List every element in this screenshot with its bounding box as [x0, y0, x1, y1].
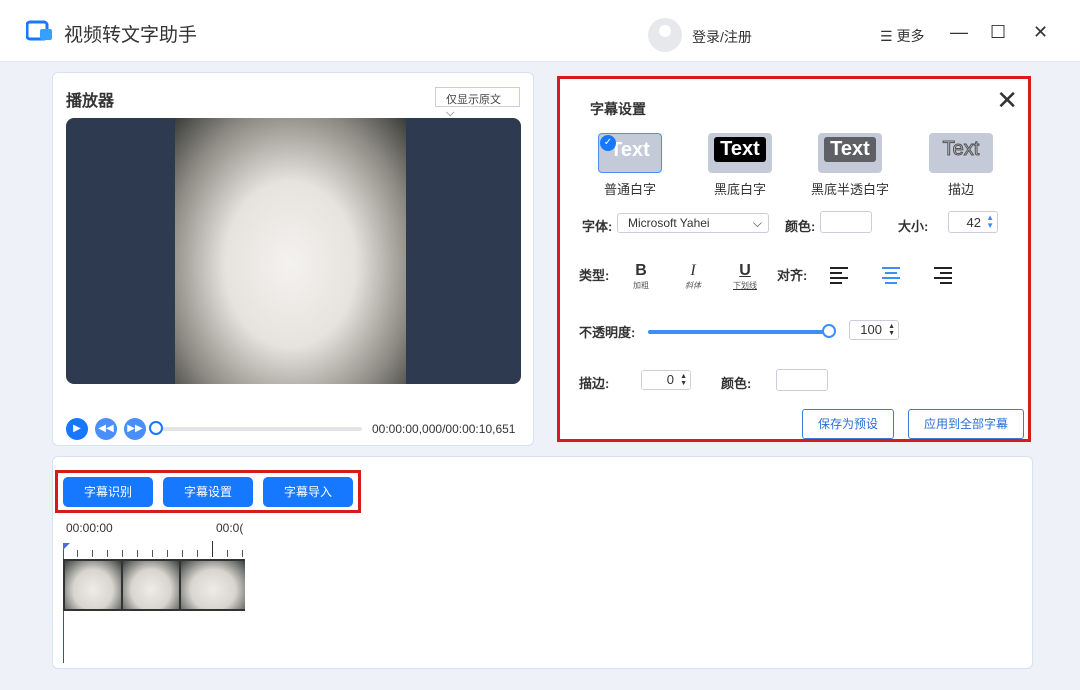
- apply-all-button[interactable]: 应用到全部字幕: [908, 409, 1024, 439]
- timeline-next-label: 00:0(: [216, 521, 243, 535]
- app-title: 视频转文字助手: [64, 25, 198, 46]
- stepper-arrows-icon: ▲ ▼: [986, 213, 994, 230]
- ruler-major-tick: [212, 541, 213, 557]
- stroke-stepper[interactable]: 0 ▲ ▼: [641, 370, 691, 390]
- video-track[interactable]: [63, 559, 245, 611]
- stroke-color-label: 颜色:: [721, 376, 752, 391]
- font-select[interactable]: Microsoft Yahei ⌵: [617, 213, 769, 233]
- opacity-label: 不透明度:: [579, 325, 636, 340]
- video-preview[interactable]: [66, 118, 521, 384]
- preset-translucent-bg[interactable]: Text: [818, 133, 882, 173]
- preset-stroke[interactable]: Text: [929, 133, 993, 173]
- stepper-arrows-icon: ▲ ▼: [888, 323, 895, 337]
- italic-button[interactable]: I 斜体: [678, 262, 708, 291]
- rewind-button[interactable]: ◀◀: [95, 418, 117, 440]
- italic-hint: 斜体: [685, 281, 701, 290]
- italic-icon: I: [690, 262, 696, 279]
- login-link[interactable]: 登录/注册: [692, 27, 752, 47]
- align-label: 对齐:: [777, 268, 808, 283]
- stroke-label: 描边:: [579, 376, 610, 391]
- opacity-slider-handle[interactable]: [822, 324, 836, 338]
- save-preset-button[interactable]: 保存为预设: [802, 409, 894, 439]
- close-window-button[interactable]: ✕: [1033, 22, 1048, 43]
- underline-icon: U: [739, 262, 751, 279]
- align-left-icon[interactable]: [830, 267, 848, 287]
- play-button[interactable]: ▶: [66, 418, 88, 440]
- preset-plain-white[interactable]: Text ✓: [598, 133, 662, 173]
- time-readout: 00:00:00,000/00:00:10,651: [372, 422, 516, 436]
- video-thumbnail: [123, 561, 179, 609]
- preset-sample: Text: [824, 137, 876, 162]
- stroke-color-picker[interactable]: [776, 369, 828, 391]
- playhead-marker-icon: [63, 543, 70, 550]
- video-frame-cat: [175, 118, 406, 384]
- underline-hint: 下划线: [733, 281, 757, 290]
- minimize-button[interactable]: —: [950, 22, 968, 43]
- player-title: 播放器: [66, 93, 115, 110]
- size-value: 42: [966, 215, 981, 230]
- subtitle-settings-panel: ✕ 字幕设置 Text ✓ Text Text Text 普通白字 黑底白字 黑底…: [557, 76, 1031, 442]
- preset-label: 普通白字: [603, 182, 656, 197]
- app-logo-icon: [26, 20, 52, 41]
- subtitle-settings-button[interactable]: 字幕设置: [163, 477, 253, 507]
- color-label: 颜色:: [785, 219, 816, 234]
- preset-label: 黑底半透白字: [810, 182, 889, 197]
- avatar[interactable]: [648, 18, 682, 52]
- timeline-panel: 字幕识别 字幕设置 字幕导入 00:00:00 00:0(: [52, 456, 1033, 669]
- font-value: Microsoft Yahei: [628, 216, 710, 230]
- progress-track[interactable]: [157, 427, 362, 431]
- progress-handle[interactable]: [149, 421, 163, 435]
- timeline-start-label: 00:00:00: [66, 521, 113, 535]
- opacity-stepper[interactable]: 100 ▲ ▼: [849, 320, 899, 340]
- underline-button[interactable]: U 下划线: [730, 262, 760, 291]
- close-icon[interactable]: ✕: [996, 85, 1018, 116]
- align-center-icon[interactable]: [882, 267, 900, 287]
- display-mode-dropdown[interactable]: 仅显示原文 ⌵: [435, 87, 520, 119]
- more-label: 更多: [896, 28, 925, 44]
- preset-label: 黑底白字: [713, 182, 766, 197]
- opacity-value: 100: [860, 322, 882, 337]
- menu-icon: ☰: [880, 28, 897, 44]
- subtitle-recognize-button[interactable]: 字幕识别: [63, 477, 153, 507]
- check-icon: ✓: [600, 135, 616, 151]
- bold-icon: B: [635, 262, 647, 279]
- timeline-ruler: [63, 543, 243, 557]
- more-menu[interactable]: ☰ 更多: [880, 26, 924, 46]
- preset-sample: Text: [714, 137, 766, 162]
- size-stepper[interactable]: 42 ▲ ▼: [948, 211, 998, 233]
- align-right-icon[interactable]: [934, 267, 952, 287]
- video-thumbnail: [181, 561, 245, 609]
- video-thumbnail: [65, 561, 121, 609]
- font-color-picker[interactable]: [820, 211, 872, 233]
- preset-black-bg[interactable]: Text: [708, 133, 772, 173]
- opacity-slider[interactable]: [648, 330, 828, 334]
- chevron-down-icon: ⌵: [752, 216, 762, 230]
- maximize-button[interactable]: ☐: [990, 22, 1006, 43]
- stepper-arrows-icon: ▲ ▼: [680, 373, 687, 387]
- forward-button[interactable]: ▶▶: [124, 418, 146, 440]
- preset-sample: Text: [942, 138, 980, 161]
- bold-hint: 加粗: [633, 281, 649, 290]
- subtitle-import-button[interactable]: 字幕导入: [263, 477, 353, 507]
- size-label: 大小:: [898, 219, 929, 234]
- stroke-value: 0: [666, 372, 674, 387]
- dropdown-value: 仅显示原文: [446, 94, 501, 106]
- title-bar: 视频转文字助手 登录/注册 ☰ 更多 — ☐ ✕: [0, 0, 1080, 62]
- font-label: 字体:: [582, 219, 613, 234]
- bold-button[interactable]: B 加粗: [626, 262, 656, 291]
- settings-title: 字幕设置: [590, 101, 646, 117]
- player-panel: 播放器 仅显示原文 ⌵ ▶ ◀◀ ▶▶ 00:00:00,000/00:00:1…: [52, 72, 534, 446]
- type-label: 类型:: [579, 268, 610, 283]
- preset-label: 描边: [947, 182, 974, 197]
